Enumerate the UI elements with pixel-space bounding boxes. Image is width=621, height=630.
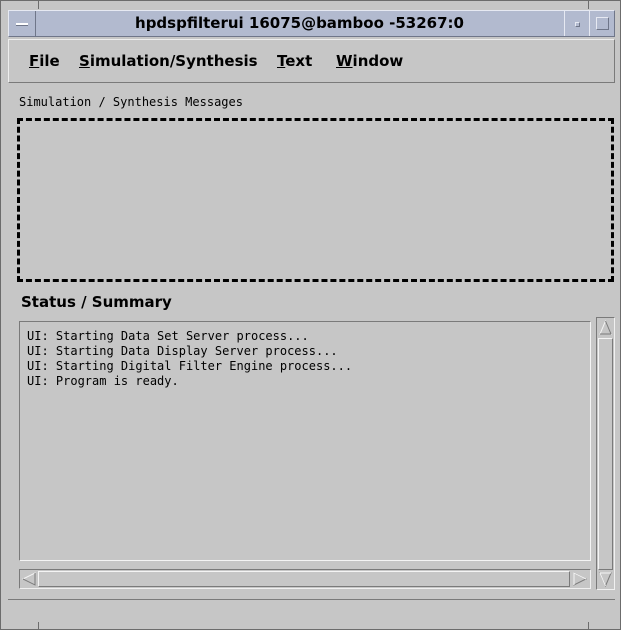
messages-label: Simulation / Synthesis Messages bbox=[19, 95, 243, 109]
application-window: hpdspfilterui 16075@bamboo -53267:0 File… bbox=[0, 0, 621, 630]
vertical-scrollbar[interactable] bbox=[596, 317, 615, 590]
horizontal-scrollbar[interactable] bbox=[19, 569, 591, 589]
window-title: hpdspfilterui 16075@bamboo -53267:0 bbox=[135, 14, 464, 32]
window-menu-icon bbox=[16, 23, 28, 26]
status-line: UI: Starting Digital Filter Engine proce… bbox=[27, 359, 353, 373]
title-bar[interactable]: hpdspfilterui 16075@bamboo -53267:0 bbox=[8, 10, 615, 37]
minimize-button[interactable] bbox=[564, 11, 589, 36]
frame-corner-tick bbox=[588, 1, 589, 9]
vertical-scroll-thumb[interactable] bbox=[598, 338, 613, 570]
maximize-icon bbox=[596, 17, 609, 30]
status-heading: Status / Summary bbox=[21, 293, 172, 311]
status-line: UI: Starting Data Display Server process… bbox=[27, 344, 338, 358]
scroll-up-arrow-icon[interactable] bbox=[598, 319, 613, 336]
window-menu-button[interactable] bbox=[9, 11, 36, 36]
menu-bar: File Simulation/Synthesis Text Window bbox=[8, 39, 615, 83]
minimize-icon bbox=[575, 22, 580, 27]
menu-mnemonic: F bbox=[29, 52, 40, 70]
frame-corner-tick bbox=[38, 1, 39, 9]
menu-mnemonic: S bbox=[79, 52, 90, 70]
scroll-down-arrow-icon[interactable] bbox=[598, 571, 613, 588]
maximize-button[interactable] bbox=[589, 11, 614, 36]
menu-file[interactable]: File bbox=[29, 52, 60, 70]
status-line: UI: Program is ready. bbox=[27, 374, 179, 388]
scroll-right-arrow-icon[interactable] bbox=[572, 571, 588, 587]
horizontal-scroll-thumb[interactable] bbox=[38, 571, 570, 587]
menu-mnemonic: W bbox=[336, 52, 353, 70]
status-text-area[interactable]: UI: Starting Data Set Server process... … bbox=[19, 321, 591, 561]
frame-corner-tick bbox=[588, 622, 589, 630]
frame-corner-tick bbox=[38, 622, 39, 630]
scroll-left-arrow-icon[interactable] bbox=[21, 571, 37, 587]
menu-text[interactable]: Text bbox=[277, 52, 312, 70]
messages-text-area[interactable] bbox=[17, 118, 614, 282]
status-line: UI: Starting Data Set Server process... bbox=[27, 329, 309, 343]
menu-simulation-synthesis[interactable]: Simulation/Synthesis bbox=[79, 52, 258, 70]
window-footer bbox=[8, 599, 615, 623]
menu-mnemonic: T bbox=[277, 52, 286, 70]
menu-window[interactable]: Window bbox=[336, 52, 403, 70]
